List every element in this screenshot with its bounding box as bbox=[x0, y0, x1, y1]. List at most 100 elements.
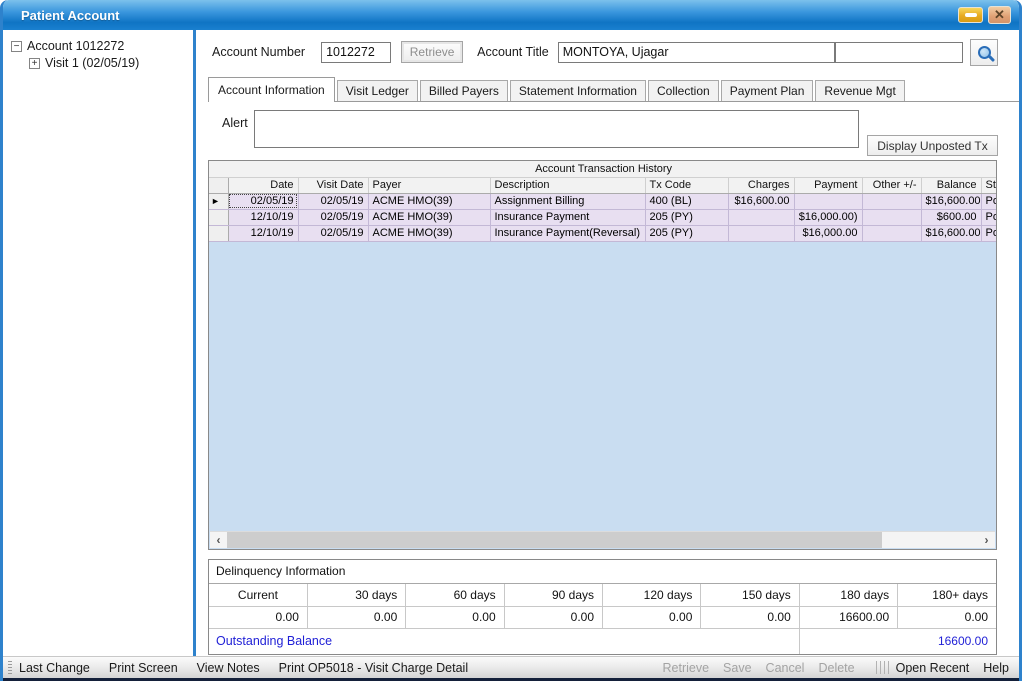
alert-row: Alert Display Unposted Tx bbox=[196, 110, 1019, 160]
grid-cell[interactable]: 205 (PY) bbox=[645, 209, 728, 225]
grid-cell[interactable]: 02/05/19 bbox=[298, 225, 368, 241]
column-header[interactable]: Tx Code bbox=[645, 177, 728, 193]
tab-visit-ledger[interactable]: Visit Ledger bbox=[337, 80, 418, 101]
grid-cell[interactable]: 205 (PY) bbox=[645, 225, 728, 241]
column-header[interactable]: Visit Date bbox=[298, 177, 368, 193]
grid-cell[interactable]: Po bbox=[981, 225, 997, 241]
window-title: Patient Account bbox=[21, 8, 119, 23]
main-panel: Account Number Retrieve Account Title Ac… bbox=[196, 30, 1019, 656]
column-header[interactable]: Description bbox=[490, 177, 645, 193]
grid-cell[interactable]: 12/10/19 bbox=[228, 209, 298, 225]
tab-payment-plan[interactable]: Payment Plan bbox=[721, 80, 814, 101]
minimize-button[interactable] bbox=[958, 7, 983, 23]
grid-cell[interactable]: $600.00 bbox=[921, 209, 981, 225]
grid-cell[interactable]: 02/05/19 bbox=[298, 209, 368, 225]
grid-cell[interactable]: ACME HMO(39) bbox=[368, 209, 490, 225]
grid-cell[interactable]: $16,600.00 bbox=[728, 193, 794, 209]
table-row[interactable]: 12/10/1902/05/19ACME HMO(39)Insurance Pa… bbox=[209, 225, 997, 241]
scrollbar-thumb[interactable] bbox=[227, 532, 882, 548]
grid-cell[interactable]: Assignment Billing bbox=[490, 193, 645, 209]
column-header[interactable]: Date bbox=[228, 177, 298, 193]
row-selector[interactable]: ► bbox=[209, 193, 228, 209]
grid-cell[interactable]: Po bbox=[981, 193, 997, 209]
table-row[interactable]: ►02/05/1902/05/19ACME HMO(39)Assignment … bbox=[209, 193, 997, 209]
delinquency-title: Delinquency Information bbox=[209, 560, 996, 584]
close-button[interactable]: ✕ bbox=[988, 6, 1011, 24]
collapse-icon[interactable]: − bbox=[11, 41, 22, 52]
delinquency-table: Current30 days60 days90 days120 days150 … bbox=[209, 584, 996, 629]
table-row[interactable]: 12/10/1902/05/19ACME HMO(39)Insurance Pa… bbox=[209, 209, 997, 225]
tab-billed-payers[interactable]: Billed Payers bbox=[420, 80, 508, 101]
tab-collection[interactable]: Collection bbox=[648, 80, 719, 101]
delinquency-value: 0.00 bbox=[603, 606, 701, 628]
statusbar-grip bbox=[8, 661, 12, 674]
tab-strip: Account InformationVisit LedgerBilled Pa… bbox=[208, 76, 1019, 102]
grid-cell[interactable]: 02/05/19 bbox=[228, 193, 298, 209]
delinquency-value: 0.00 bbox=[504, 606, 602, 628]
grid-title-row: Account Transaction History bbox=[209, 161, 997, 177]
grid-cell[interactable]: ACME HMO(39) bbox=[368, 225, 490, 241]
expand-icon[interactable]: + bbox=[29, 58, 40, 69]
scroll-right-arrow[interactable]: › bbox=[978, 532, 995, 548]
column-header[interactable]: Payer bbox=[368, 177, 490, 193]
statusbar-item-open-recent[interactable]: Open Recent bbox=[896, 661, 970, 675]
grid-cell[interactable]: 12/10/19 bbox=[228, 225, 298, 241]
row-selector[interactable] bbox=[209, 209, 228, 225]
tree-item[interactable]: +Visit 1 (02/05/19) bbox=[29, 56, 189, 70]
window-controls: ✕ bbox=[958, 6, 1011, 24]
grid-cell[interactable] bbox=[862, 193, 921, 209]
grid-cell[interactable]: $16,000.00) bbox=[794, 209, 862, 225]
search-button[interactable] bbox=[970, 39, 998, 66]
grid-title: Account Transaction History bbox=[209, 161, 997, 177]
account-number-input[interactable] bbox=[321, 42, 391, 63]
status-bar: Last Change Print Screen View Notes Print O… bbox=[3, 656, 1019, 678]
grid-cell[interactable] bbox=[728, 209, 794, 225]
outstanding-balance-value: 16600.00 bbox=[799, 629, 996, 654]
grid-cell[interactable] bbox=[728, 225, 794, 241]
retrieve-button[interactable]: Retrieve bbox=[401, 41, 463, 63]
grid-cell[interactable]: 400 (BL) bbox=[645, 193, 728, 209]
grid-cell[interactable]: $16,600.00 bbox=[921, 225, 981, 241]
statusbar-item-print-screen[interactable]: Print Screen bbox=[109, 661, 178, 675]
account-number-label: Account Number bbox=[212, 45, 305, 59]
column-header[interactable]: Charges bbox=[728, 177, 794, 193]
delinquency-value: 16600.00 bbox=[799, 606, 897, 628]
statusbar-item-print-op5018-visit-charge-detail[interactable]: Print OP5018 - Visit Charge Detail bbox=[279, 661, 468, 675]
patient-search-input[interactable] bbox=[835, 42, 963, 63]
column-header[interactable]: Balance bbox=[921, 177, 981, 193]
delinquency-value: 0.00 bbox=[701, 606, 799, 628]
grid-cell[interactable] bbox=[862, 225, 921, 241]
statusbar-item-help[interactable]: Help bbox=[983, 661, 1009, 675]
statusbar-item-last-change[interactable]: Last Change bbox=[19, 661, 90, 675]
grid-cell[interactable]: Po bbox=[981, 209, 997, 225]
grid-cell[interactable]: $16,000.00 bbox=[794, 225, 862, 241]
statusbar-item-retrieve-disabled: Retrieve bbox=[663, 661, 710, 675]
alert-textbox[interactable] bbox=[254, 110, 859, 148]
column-header[interactable]: Other +/- bbox=[862, 177, 921, 193]
tree-item[interactable]: −Account 1012272 bbox=[11, 39, 189, 53]
grid-cell[interactable]: ACME HMO(39) bbox=[368, 193, 490, 209]
tab-revenue-mgt[interactable]: Revenue Mgt bbox=[815, 80, 904, 101]
grid-cell[interactable]: Insurance Payment bbox=[490, 209, 645, 225]
scroll-left-arrow[interactable]: ‹ bbox=[210, 532, 227, 548]
grid-header-row: DateVisit DatePayerDescriptionTx CodeCha… bbox=[209, 177, 997, 193]
display-unposted-tx-button[interactable]: Display Unposted Tx bbox=[867, 135, 998, 156]
statusbar-item-delete-disabled: Delete bbox=[818, 661, 854, 675]
grid-cell[interactable]: $16,600.00 bbox=[921, 193, 981, 209]
minimize-icon bbox=[965, 13, 977, 17]
account-title-input[interactable] bbox=[558, 42, 835, 63]
statusbar-item-view-notes[interactable]: View Notes bbox=[197, 661, 260, 675]
column-header[interactable]: Payment bbox=[794, 177, 862, 193]
delinquency-column-header: Current bbox=[209, 584, 307, 606]
grid-cell[interactable] bbox=[862, 209, 921, 225]
grid-cell[interactable]: Insurance Payment(Reversal) bbox=[490, 225, 645, 241]
column-header[interactable]: Sta bbox=[981, 177, 997, 193]
delinquency-value: 0.00 bbox=[209, 606, 307, 628]
tab-statement-information[interactable]: Statement Information bbox=[510, 80, 646, 101]
grid-cell[interactable] bbox=[794, 193, 862, 209]
row-selector[interactable] bbox=[209, 225, 228, 241]
scrollbar-track[interactable] bbox=[227, 532, 978, 548]
grid-cell[interactable]: 02/05/19 bbox=[298, 193, 368, 209]
tab-account-information[interactable]: Account Information bbox=[208, 77, 335, 102]
horizontal-scrollbar[interactable]: ‹ › bbox=[210, 531, 995, 548]
